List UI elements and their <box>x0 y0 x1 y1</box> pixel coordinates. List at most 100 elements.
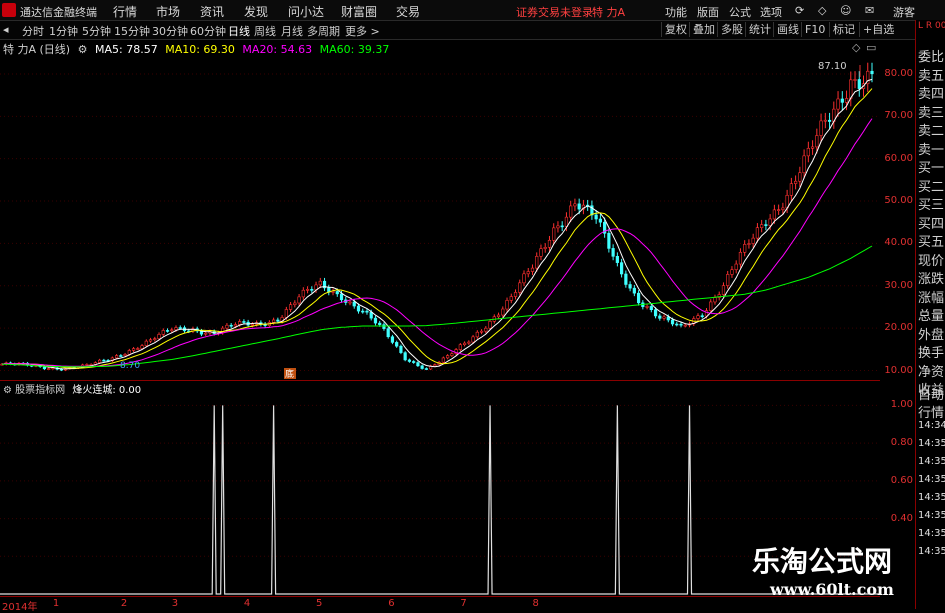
ma20-line <box>1 118 873 367</box>
candle-body <box>365 310 369 313</box>
candle-body <box>331 291 335 293</box>
f10-button[interactable]: F10 <box>801 22 828 37</box>
tab-weekly[interactable]: 周线 <box>254 23 276 39</box>
candle-body <box>730 269 734 275</box>
candle-body <box>123 354 127 356</box>
candle-body <box>827 119 832 122</box>
candle-body <box>416 362 420 367</box>
candle-body <box>501 308 505 316</box>
candle-body <box>628 284 632 289</box>
ma-info-bar: 特 力A (日线) ⚙ MA5: 78.57 MA10: 69.30 MA20:… <box>0 41 870 57</box>
candle-body <box>649 306 653 311</box>
tab-60min[interactable]: 60分钟 <box>190 23 226 39</box>
quote-panel: L R 000 委比卖五卖四卖三卖二卖一买一买二买三买四买五现价涨跌涨幅总量外盘换… <box>915 20 945 609</box>
tab-daily[interactable]: 日线 <box>228 23 250 39</box>
candle-body <box>636 292 641 304</box>
tab-15min[interactable]: 15分钟 <box>114 23 150 39</box>
candle-body <box>178 327 182 329</box>
candle-body <box>594 214 598 220</box>
menu-market[interactable]: 市场 <box>156 3 180 20</box>
candle-body <box>781 207 785 210</box>
candle-body <box>475 331 479 338</box>
watermark-url: www.60lt.com <box>770 580 894 599</box>
indicator-bar: ⚙ 股票指标网 烽火连城: 0.00 <box>0 380 880 396</box>
menu-formula[interactable]: 公式 <box>729 4 751 20</box>
panel-tick: 14:35 <box>918 474 945 485</box>
candle-body <box>675 323 679 326</box>
tab-monthly[interactable]: 月线 <box>281 23 303 39</box>
shield-icon[interactable]: ◇ <box>818 4 826 17</box>
panel-tick: 行情 <box>918 406 945 421</box>
panel-item: 买三 <box>918 198 945 213</box>
time-axis: 2014年 1 2 3 4 5 6 7 8 <box>0 596 880 613</box>
panel-item: 卖三 <box>918 105 945 121</box>
candle-body <box>390 336 395 343</box>
indicator-chart[interactable] <box>0 394 880 596</box>
mail-icon[interactable]: ✉ <box>865 4 874 17</box>
overlay-button[interactable]: 叠加 <box>689 22 718 37</box>
candle-body <box>539 248 543 257</box>
menu-quotes[interactable]: 行情 <box>113 3 137 20</box>
candle-body <box>318 280 322 286</box>
panel-item: 买一 <box>918 161 945 176</box>
indicator-axis-label: 0.80 <box>890 437 913 449</box>
menu-news[interactable]: 资讯 <box>200 3 224 20</box>
candle-body <box>233 324 238 327</box>
low-price-label: 8.70 <box>120 361 140 371</box>
menu-discover[interactable]: 发现 <box>244 3 268 20</box>
gear-icon[interactable]: ⚙ <box>78 43 88 56</box>
candle-body <box>709 301 713 311</box>
menu-layout[interactable]: 版面 <box>697 4 719 20</box>
restore-rights-button[interactable]: 复权 <box>661 22 690 37</box>
candle-body <box>301 289 305 298</box>
candle-body <box>777 209 781 211</box>
add-watchlist-button[interactable]: +自选 <box>859 22 897 37</box>
candle-body <box>131 348 136 351</box>
candlestick-chart[interactable]: 87.10 8.70 底 <box>0 57 880 379</box>
user-icon[interactable]: ☺ <box>840 4 851 17</box>
tab-intraday[interactable]: 分时 <box>22 23 44 39</box>
candle-body <box>823 119 827 122</box>
candle-body <box>356 305 361 312</box>
candle-body <box>165 330 170 332</box>
statistics-button[interactable]: 统计 <box>745 22 774 37</box>
tab-multi-period[interactable]: 多周期 <box>307 23 340 39</box>
candle-body <box>157 334 161 340</box>
refresh-icon[interactable]: ⟳ <box>795 4 804 17</box>
arrow-left-icon[interactable]: ◂ <box>3 23 9 36</box>
candle-body <box>645 306 649 308</box>
candle-body <box>293 302 297 305</box>
ma5-label: MA5: 78.57 <box>94 43 158 56</box>
tab-5min[interactable]: 5分钟 <box>82 23 111 39</box>
multi-stock-button[interactable]: 多股 <box>717 22 746 37</box>
tab-more[interactable]: 更多 > <box>345 23 380 39</box>
menu-trade[interactable]: 交易 <box>396 3 420 20</box>
stock-name-title: 特 力A <box>592 6 626 19</box>
menu-wealth[interactable]: 财富圈 <box>341 3 377 20</box>
panel-item: 外盘 <box>918 327 945 343</box>
panel-tick: 14:35 <box>918 510 945 521</box>
window-icon[interactable]: ▭ <box>866 41 876 54</box>
candle-body <box>789 183 793 196</box>
mark-button[interactable]: 标记 <box>829 22 858 37</box>
tab-1min[interactable]: 1分钟 <box>49 23 78 39</box>
panel-tick: 14:35 <box>918 492 945 503</box>
menu-function[interactable]: 功能 <box>665 4 687 20</box>
candle-body <box>721 285 726 295</box>
candle-body <box>505 300 509 310</box>
time-axis-label: 6 <box>388 598 395 609</box>
diamond-icon[interactable]: ◇ <box>852 41 860 54</box>
login-warning[interactable]: 证券交易未登录 <box>516 4 593 20</box>
draw-line-button[interactable]: 画线 <box>773 22 802 37</box>
candle-body <box>598 218 602 223</box>
candle-body <box>119 355 123 357</box>
menu-options[interactable]: 选项 <box>760 4 782 20</box>
candle-body <box>802 155 806 174</box>
tab-30min[interactable]: 30分钟 <box>152 23 188 39</box>
user-label[interactable]: 游客 <box>893 4 915 20</box>
candle-body <box>849 79 853 99</box>
candle-body <box>509 296 513 301</box>
candle-body <box>836 98 840 110</box>
panel-item: 净资 <box>918 364 945 380</box>
menu-ask[interactable]: 问小达 <box>288 3 324 20</box>
